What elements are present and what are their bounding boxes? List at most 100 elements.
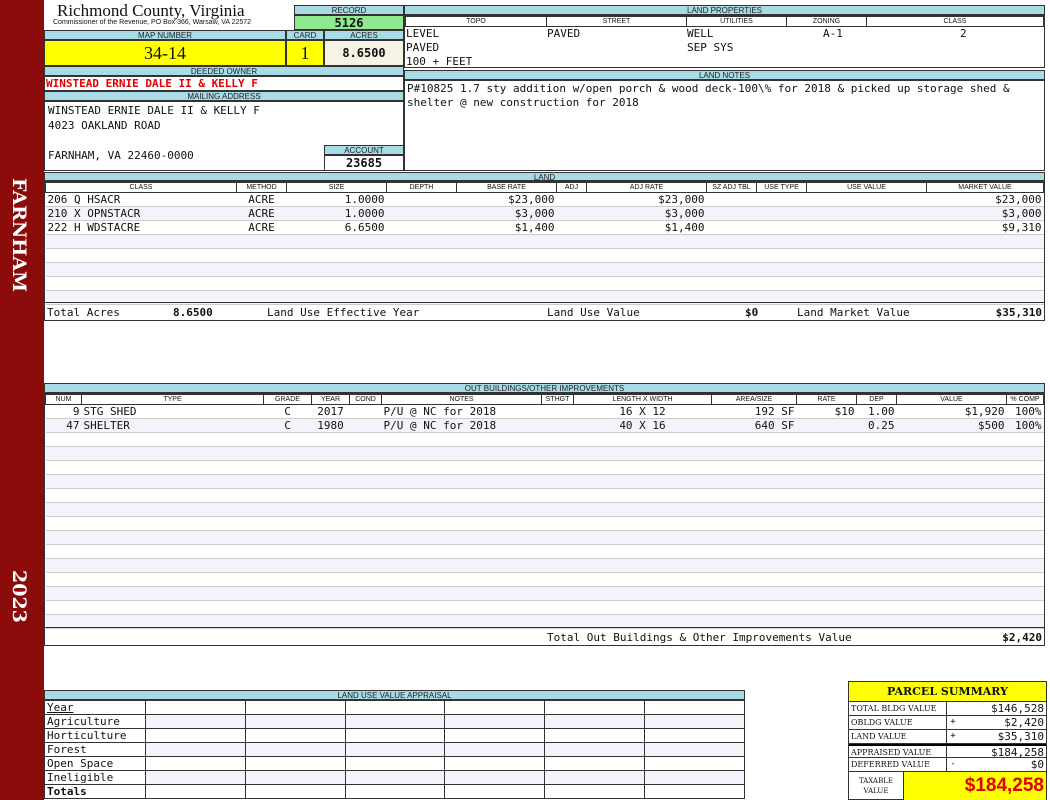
outbuilding-cell: $10 xyxy=(796,404,857,419)
land-header: MARKET VALUE xyxy=(926,182,1044,193)
land-cell xyxy=(456,234,557,249)
outbuilding-cell xyxy=(45,530,82,545)
land-cell: 1.0000 xyxy=(286,206,387,221)
summary-value: $146,528 xyxy=(991,702,1044,715)
outbuilding-cell xyxy=(711,516,797,531)
outbuilding-row xyxy=(45,446,1044,461)
land-use-appraisal-table: Year Agriculture Horticulture Forest Open Sp… xyxy=(44,700,745,799)
land-use-row: Horticulture xyxy=(44,728,745,743)
outbuilding-cell xyxy=(349,572,382,587)
land-use-cell xyxy=(644,742,745,757)
outbuilding-cell xyxy=(896,516,1007,531)
card-value: 1 xyxy=(286,40,324,66)
land-cell xyxy=(586,262,707,277)
outbuilding-row: 9 STG SHED C 2017 P/U @ NC for 2018 16 X 12 19… xyxy=(45,404,1044,419)
outbuilding-header: LENGTH X WIDTH xyxy=(573,394,712,405)
land-header: METHOD xyxy=(236,182,287,193)
land-use-cell xyxy=(145,714,246,729)
account-value: 23685 xyxy=(324,155,404,171)
record-value: 5126 xyxy=(294,15,404,30)
outbuilding-cell xyxy=(541,418,574,433)
land-cell xyxy=(706,192,757,207)
outbuilding-cell xyxy=(896,474,1007,489)
outbuilding-cell xyxy=(45,586,82,601)
land-use-cell xyxy=(344,756,446,771)
outbuilding-cell xyxy=(573,516,712,531)
land-cell: $3,000 xyxy=(456,206,557,221)
outbuilding-cell xyxy=(311,586,350,601)
outbuilding-cell xyxy=(81,460,264,475)
land-use-row-label: Year xyxy=(44,700,146,715)
land-cell xyxy=(286,276,387,291)
outbuilding-row xyxy=(45,600,1044,615)
land-cell xyxy=(456,262,557,277)
outbuilding-row xyxy=(45,488,1044,503)
outbuilding-cell xyxy=(381,586,542,601)
outbuilding-cell xyxy=(711,586,797,601)
outbuilding-cell: 2017 xyxy=(311,404,350,419)
outbuilding-cell xyxy=(896,502,1007,517)
outbuilding-cell xyxy=(349,432,382,447)
outbuilding-row xyxy=(45,432,1044,447)
outbuilding-cell xyxy=(263,474,312,489)
outbuilding-cell: 1980 xyxy=(311,418,350,433)
land-cell xyxy=(456,248,557,263)
land-cell xyxy=(556,248,587,263)
owner-name: WINSTEAD ERNIE DALE II & KELLY F xyxy=(44,76,404,91)
land-cell: $23,000 xyxy=(586,192,707,207)
land-cell xyxy=(926,234,1044,249)
mailing-label: MAILING ADDRESS xyxy=(44,91,404,101)
outbuilding-cell xyxy=(81,432,264,447)
outbuilding-cell xyxy=(896,544,1007,559)
lp-header-street: STREET xyxy=(546,16,687,27)
outbuilding-cell xyxy=(81,558,264,573)
land-notes-text: P#10825 1.7 sty addition w/open porch & … xyxy=(404,80,1045,171)
land-cell: 1.0000 xyxy=(286,192,387,207)
land-use-cell xyxy=(544,714,646,729)
outbuilding-cell xyxy=(711,460,797,475)
land-cell: $9,310 xyxy=(926,220,1044,235)
outbuilding-cell xyxy=(381,530,542,545)
land-cell: 222 H WDSTACRE xyxy=(45,220,237,235)
outbuilding-cell xyxy=(45,544,82,559)
land-cell: $3,000 xyxy=(926,206,1044,221)
outbuilding-cell xyxy=(856,502,897,517)
lp-class: 2 xyxy=(960,27,967,40)
land-use-cell xyxy=(644,728,745,743)
lp-zoning: A-1 xyxy=(823,27,843,40)
summary-sign xyxy=(947,702,959,715)
land-cell xyxy=(556,192,587,207)
land-cell xyxy=(286,234,387,249)
land-use-row: Agriculture xyxy=(44,714,745,729)
outbuilding-cell xyxy=(856,586,897,601)
outbuilding-row xyxy=(45,586,1044,601)
outbuilding-cell xyxy=(796,432,857,447)
outbuilding-cell xyxy=(349,558,382,573)
land-cell xyxy=(756,192,807,207)
outbuilding-cell xyxy=(381,432,542,447)
outbuilding-cell xyxy=(856,600,897,615)
outbuilding-cell xyxy=(1006,586,1044,601)
outbuilding-cell: P/U @ NC for 2018 xyxy=(381,418,542,433)
land-cell xyxy=(706,234,757,249)
land-use-appraisal-label: LAND USE VALUE APPRAISAL xyxy=(44,690,745,700)
outbuilding-cell xyxy=(796,586,857,601)
outbuilding-cell xyxy=(541,432,574,447)
sidebar: FARNHAM 2023 xyxy=(0,0,44,800)
outbuilding-header: NOTES xyxy=(381,394,542,405)
outbuilding-cell xyxy=(45,446,82,461)
outbuilding-cell xyxy=(311,572,350,587)
outbuilding-cell xyxy=(541,446,574,461)
summary-label: DEFERRED VALUE xyxy=(849,758,947,771)
outbuilding-cell xyxy=(573,544,712,559)
land-row xyxy=(45,276,1044,291)
outbuilding-cell xyxy=(349,488,382,503)
land-cell xyxy=(556,262,587,277)
summary-label: OBLDG VALUE xyxy=(849,716,947,729)
outbuildings-table: NUM TYPE GRADE YEAR COND NOTES STHGT LENGTH X W… xyxy=(45,394,1044,629)
outbuilding-cell xyxy=(896,530,1007,545)
land-use-cell xyxy=(244,714,346,729)
outbuilding-cell xyxy=(796,474,857,489)
outbuilding-cell xyxy=(896,446,1007,461)
outbuilding-cell xyxy=(541,516,574,531)
